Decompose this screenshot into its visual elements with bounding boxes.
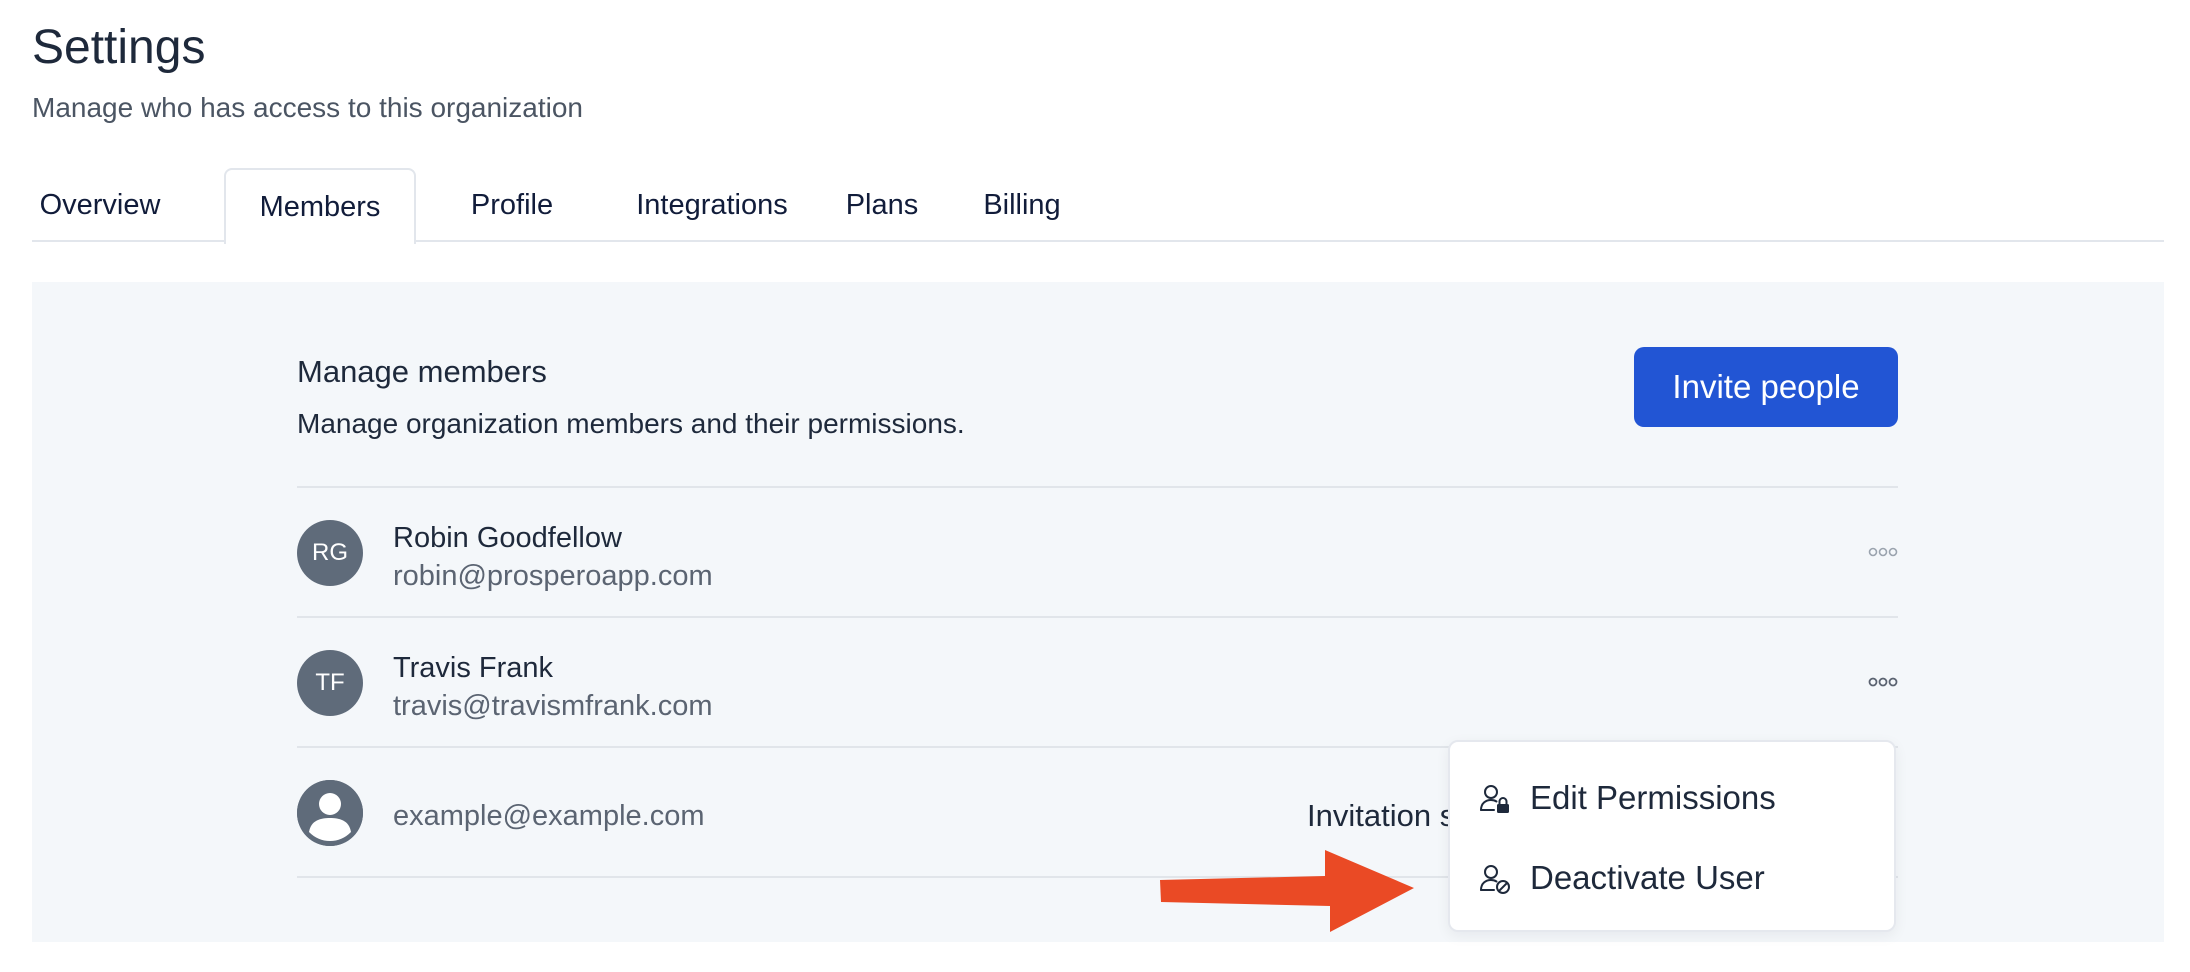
member-actions-menu: Edit Permissions Deactivate User <box>1448 740 1896 932</box>
user-block-icon <box>1478 862 1512 896</box>
member-row: RG Robin Goodfellow robin@prosperoapp.co… <box>297 488 1898 618</box>
menu-item-label: Deactivate User <box>1530 859 1765 896</box>
page-title: Settings <box>32 21 206 74</box>
avatar: TF <box>297 650 363 716</box>
deactivate-user-menu-item[interactable]: Deactivate User <box>1450 842 1894 914</box>
edit-permissions-menu-item[interactable]: Edit Permissions <box>1450 762 1894 834</box>
tab-members[interactable]: Members <box>224 168 416 244</box>
invite-people-button[interactable]: Invite people <box>1634 347 1898 427</box>
user-lock-icon <box>1478 782 1512 816</box>
invited-email: example@example.com <box>393 800 705 832</box>
settings-tabs: Overview Members Profile Integrations Pl… <box>32 168 2164 244</box>
tab-integrations[interactable]: Integrations <box>600 168 824 242</box>
member-email: robin@prosperoapp.com <box>393 560 713 592</box>
annotation-arrow <box>1160 850 1420 937</box>
member-email: travis@travismfrank.com <box>393 690 713 722</box>
avatar: RG <box>297 520 363 586</box>
tab-plans[interactable]: Plans <box>828 168 936 242</box>
more-horizontal-icon[interactable] <box>1867 670 1899 694</box>
section-title: Manage members <box>297 354 547 389</box>
tab-profile[interactable]: Profile <box>450 168 574 242</box>
tab-billing[interactable]: Billing <box>962 168 1082 242</box>
section-description: Manage organization members and their pe… <box>297 408 965 439</box>
user-placeholder-icon <box>297 780 363 846</box>
page-subtitle: Manage who has access to this organizati… <box>32 92 583 123</box>
member-name: Robin Goodfellow <box>393 522 622 554</box>
more-horizontal-icon[interactable] <box>1867 540 1899 564</box>
member-name: Travis Frank <box>393 652 554 684</box>
member-row: TF Travis Frank travis@travismfrank.com <box>297 618 1898 748</box>
tab-overview[interactable]: Overview <box>32 168 168 242</box>
menu-item-label: Edit Permissions <box>1530 779 1776 816</box>
